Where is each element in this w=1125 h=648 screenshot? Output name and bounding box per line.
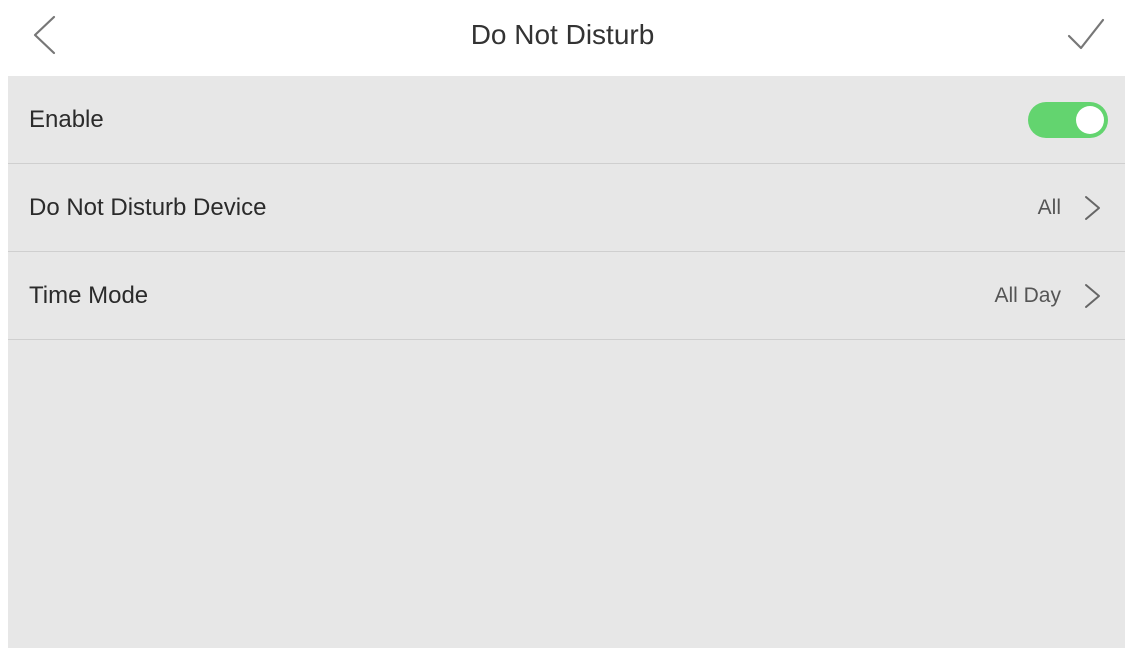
toggle-knob (1076, 106, 1104, 134)
setting-row-time-mode[interactable]: Time Mode All Day (8, 252, 1125, 340)
device-label: Do Not Disturb Device (29, 194, 267, 221)
setting-row-enable: Enable (8, 76, 1125, 164)
setting-row-device[interactable]: Do Not Disturb Device All (8, 164, 1125, 252)
chevron-right-icon (1085, 284, 1100, 308)
enable-toggle[interactable] (1028, 102, 1108, 138)
confirm-button[interactable] (1059, 12, 1111, 58)
time-mode-value: All Day (994, 284, 1061, 307)
chevron-right-icon (1085, 196, 1100, 220)
enable-label: Enable (29, 106, 104, 133)
settings-panel: Enable Do Not Disturb Device All Time Mo… (8, 76, 1125, 648)
page-title: Do Not Disturb (470, 19, 655, 50)
do-not-disturb-screen: Do Not Disturb Enable Do Not Disturb Dev… (0, 0, 1125, 648)
time-mode-label: Time Mode (29, 282, 149, 309)
device-value: All (1037, 196, 1061, 219)
header-bar: Do Not Disturb (0, 0, 1125, 76)
checkmark-icon (1067, 18, 1105, 50)
